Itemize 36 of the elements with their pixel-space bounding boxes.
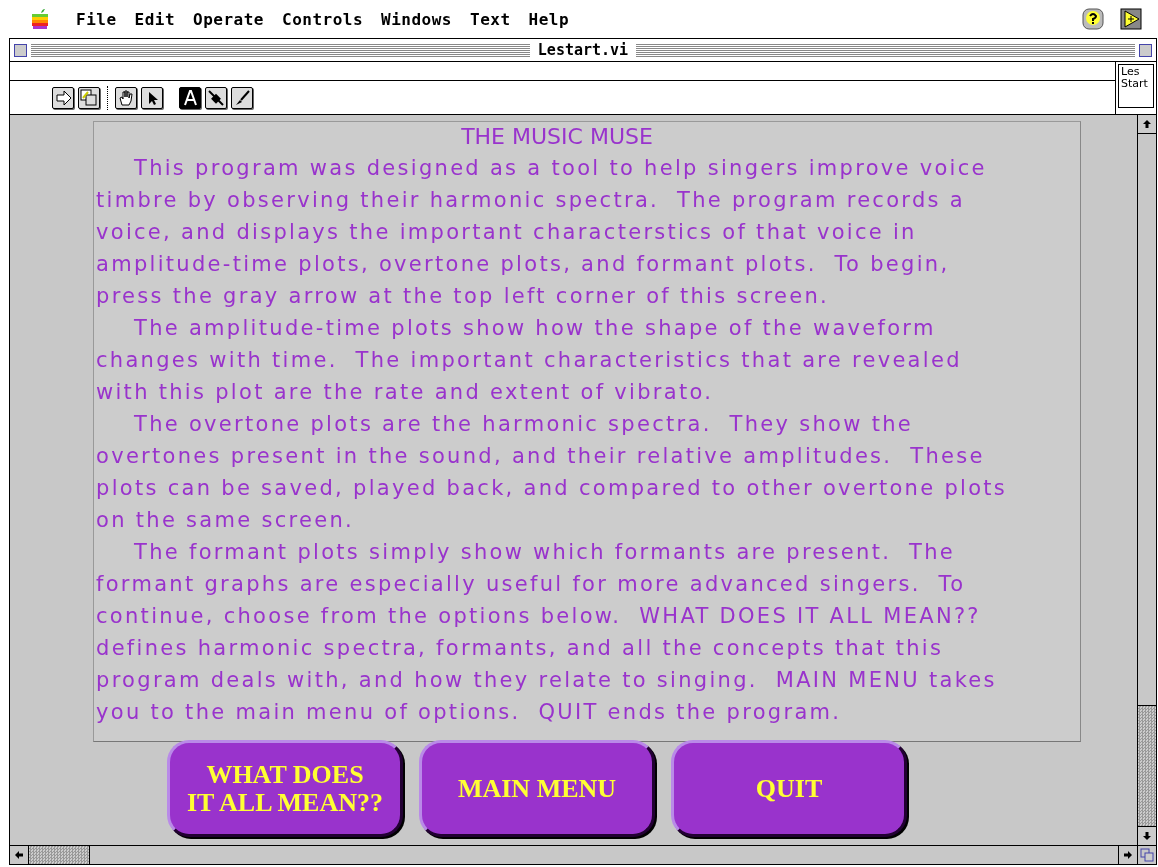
spool-icon[interactable] — [205, 86, 227, 109]
window-title: Lestart.vi — [536, 41, 630, 59]
paragraph: The formant plots simply show which formants are present. The formant graphs are especially useful for more advanced singers. To continue, choose from the options below. WHAT DOES IT ALL MEAN?? defines harmonic spectra, formants, and all the concepts that this program deals with, and how they relate to singing. MAIN MENU takes you to the main menu of options. QUIT ends the program. — [96, 539, 998, 726]
menu-button[interactable]: MAIN MENU — [419, 740, 655, 837]
left-arrow-icon — [14, 850, 24, 860]
menu-item[interactable]: Edit — [134, 9, 176, 29]
menu-button[interactable]: WHAT DOES IT ALL MEAN?? — [167, 740, 403, 837]
menu-item[interactable]: Operate — [193, 9, 264, 29]
menu-item[interactable]: Windows — [381, 9, 452, 29]
right-arrow-icon — [1123, 850, 1133, 860]
paragraph: The amplitude-time plots show how the shape of the waveform changes with time. The important characteristics that are revealed with this plot are the rate and extent of vibrato. — [96, 315, 963, 406]
menu-item[interactable]: Text — [470, 9, 511, 29]
close-box[interactable] — [14, 43, 27, 57]
pointer-icon[interactable] — [141, 86, 163, 109]
paragraph: The overtone plots are the harmonic spectra. They show the overtones present in the sound, and their relative amplitudes. These plots can be saved, played back, and compared to other overtone plots on the same screen. — [96, 411, 1009, 534]
help-icon[interactable] — [1082, 8, 1104, 30]
menu-item[interactable]: Help — [528, 9, 570, 29]
edit-mode-icon[interactable] — [78, 86, 100, 109]
menu-item[interactable]: Controls — [282, 9, 364, 29]
up-arrow-icon — [1142, 119, 1152, 129]
menu-item[interactable]: File — [76, 9, 117, 29]
vi-icon-label: Les Start — [1118, 64, 1154, 108]
menu-button[interactable]: QUIT — [671, 740, 907, 837]
scroll-right-button[interactable] — [1118, 846, 1138, 864]
down-arrow-icon — [1142, 831, 1152, 841]
brush-icon[interactable] — [231, 86, 253, 109]
scroll-up-button[interactable] — [1138, 115, 1156, 134]
panel-heading: THE MUSIC MUSE — [460, 123, 654, 151]
paragraph: This program was designed as a tool to help singers improve voice timbre by observing their harmonic spectra. The program records a voice, and displays the important characterstics of that voice in amplitude-time plots, overtone plots, and formant plots. To begin, press the gray arrow at the top left corner of this screen. — [96, 155, 988, 310]
play-icon[interactable] — [1120, 8, 1142, 30]
text-tool-icon[interactable] — [179, 86, 201, 109]
hand-icon[interactable] — [115, 86, 137, 109]
resize-icon[interactable] — [1140, 848, 1154, 862]
zoom-box[interactable] — [1139, 43, 1152, 57]
apple-logo-icon — [30, 8, 50, 30]
scroll-down-button[interactable] — [1138, 826, 1156, 845]
